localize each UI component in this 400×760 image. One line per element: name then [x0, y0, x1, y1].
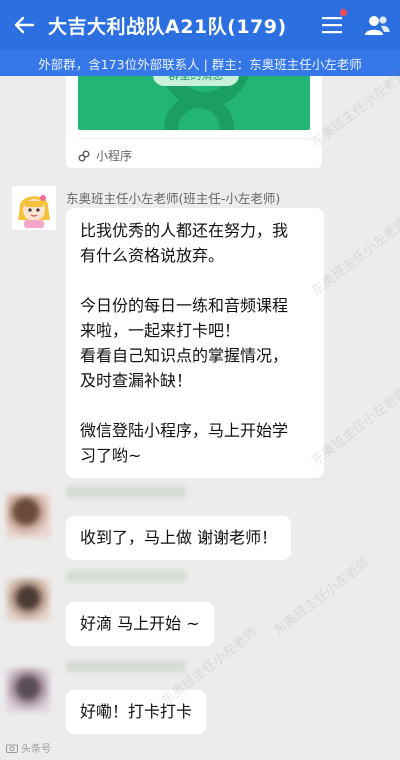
teacher-message-bubble[interactable]: 比我优秀的人都还在努力，我 有什么资格说放弃。 今日份的每日一练和音频课程 来啦… — [66, 208, 324, 478]
message-line: 微信登陆小程序，马上开始学 — [80, 421, 289, 440]
message-line: 有什么资格说放弃。 — [80, 246, 225, 265]
mini-program-footer: 小程序 — [78, 138, 310, 164]
student-name-redacted — [66, 570, 186, 582]
message-text: 好嘞！打卡打卡 — [80, 702, 193, 721]
message-line: 今日份的每日一练和音频课程 — [80, 296, 289, 315]
student-avatar[interactable] — [6, 668, 50, 712]
back-arrow-icon — [14, 16, 35, 34]
watermark-text: 东奥班主任小左老师 — [271, 555, 373, 640]
student-message-bubble[interactable]: 收到了，马上做 谢谢老师！ — [66, 516, 292, 560]
student-avatar[interactable] — [6, 578, 50, 622]
message-line: 看看自己知识点的掌握情况， — [80, 346, 289, 365]
thumbnail-button: 群里的消息 — [153, 76, 239, 86]
mini-program-icon — [78, 150, 90, 161]
group-members-button[interactable] — [354, 0, 400, 50]
message-line: 及时查漏补缺！ — [80, 371, 193, 390]
notification-dot — [340, 9, 347, 16]
footer-badge: 头条号 — [6, 740, 51, 755]
chat-title: 大吉大利战队A21队(179) — [48, 15, 287, 38]
mini-program-label: 小程序 — [96, 149, 133, 163]
menu-icon — [322, 17, 342, 34]
chat-header: 大吉大利战队A21队(179) — [0, 0, 400, 50]
sender-name: 东奥班主任小左老师(班主任-小左老师) — [66, 191, 281, 206]
student-name-redacted — [66, 486, 186, 498]
chat-screen: 大吉大利战队A21队(179) 外部群，含173位外部联系人 | 群主：东奥班主… — [0, 0, 400, 760]
footer-badge-text: 头条号 — [21, 744, 51, 755]
mini-program-card[interactable]: 群里的消息 小程序 — [66, 76, 322, 168]
message-text: 好滴 马上开始 ~ — [80, 614, 200, 633]
message-line: 习了哟~ — [80, 446, 142, 465]
student-message-bubble[interactable]: 好嘞！打卡打卡 — [66, 690, 207, 734]
group-info-bar[interactable]: 外部群，含173位外部联系人 | 群主：东奥班主任小左老师 — [0, 50, 400, 76]
student-avatar[interactable] — [6, 494, 50, 538]
cartoon-avatar-icon — [12, 186, 56, 230]
mini-program-thumbnail: 群里的消息 — [78, 76, 310, 130]
message-line: 来啦，一起来打卡吧！ — [80, 321, 241, 340]
message-text: 收到了，马上做 谢谢老师！ — [80, 528, 278, 547]
student-message-bubble[interactable]: 好滴 马上开始 ~ — [66, 602, 214, 646]
message-list[interactable]: 群里的消息 小程序 东 — [0, 67, 400, 760]
student-name-redacted — [66, 660, 186, 672]
teacher-avatar[interactable] — [12, 186, 56, 230]
back-button[interactable] — [0, 0, 48, 50]
contacts-icon — [365, 16, 390, 35]
menu-button[interactable] — [310, 0, 354, 50]
message-line: 比我优秀的人都还在努力，我 — [80, 221, 289, 240]
camera-icon — [6, 744, 18, 753]
